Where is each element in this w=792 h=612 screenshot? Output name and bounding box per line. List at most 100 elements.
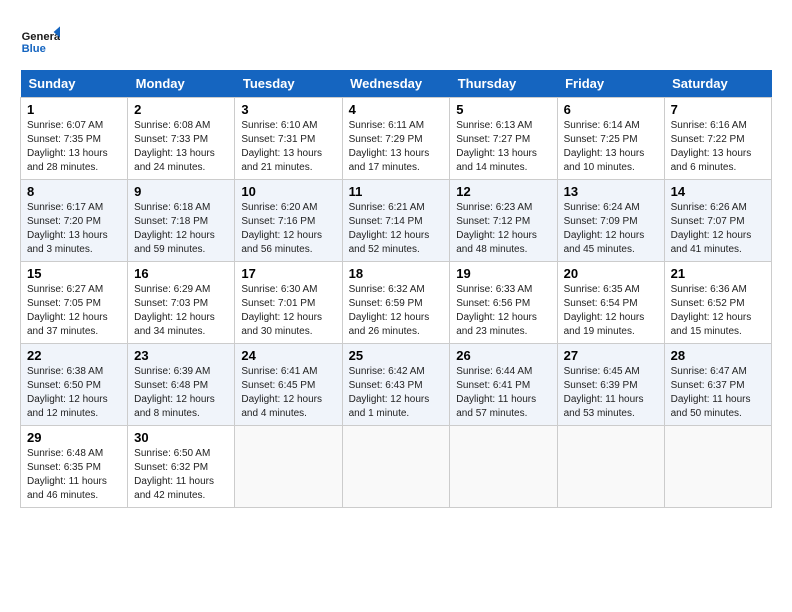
calendar-cell [557, 426, 664, 508]
day-info: Sunrise: 6:27 AM Sunset: 7:05 PM Dayligh… [27, 283, 121, 339]
day-info: Sunrise: 6:16 AM Sunset: 7:22 PM Dayligh… [671, 119, 765, 175]
calendar-week-row: 1 Sunrise: 6:07 AM Sunset: 7:35 PM Daylig… [21, 98, 772, 180]
calendar-cell: 5 Sunrise: 6:13 AM Sunset: 7:27 PM Daylig… [450, 98, 557, 180]
day-info: Sunrise: 6:20 AM Sunset: 7:16 PM Dayligh… [241, 201, 335, 257]
day-number: 2 [134, 102, 228, 117]
svg-text:Blue: Blue [22, 43, 46, 55]
day-number: 12 [456, 184, 550, 199]
day-of-week-header: Sunday [21, 70, 128, 98]
calendar-cell [235, 426, 342, 508]
calendar-cell: 11Sunrise: 6:21 AM Sunset: 7:14 PM Dayli… [342, 180, 450, 262]
day-info: Sunrise: 6:14 AM Sunset: 7:25 PM Dayligh… [564, 119, 658, 175]
day-info: Sunrise: 6:36 AM Sunset: 6:52 PM Dayligh… [671, 283, 765, 339]
day-info: Sunrise: 6:45 AM Sunset: 6:39 PM Dayligh… [564, 365, 658, 421]
day-number: 27 [564, 348, 658, 363]
day-number: 30 [134, 430, 228, 445]
day-number: 6 [564, 102, 658, 117]
day-info: Sunrise: 6:30 AM Sunset: 7:01 PM Dayligh… [241, 283, 335, 339]
calendar-cell: 23Sunrise: 6:39 AM Sunset: 6:48 PM Dayli… [128, 344, 235, 426]
day-info: Sunrise: 6:23 AM Sunset: 7:12 PM Dayligh… [456, 201, 550, 257]
day-of-week-header: Wednesday [342, 70, 450, 98]
day-info: Sunrise: 6:10 AM Sunset: 7:31 PM Dayligh… [241, 119, 335, 175]
calendar-cell: 19 Sunrise: 6:33 AM Sunset: 6:56 PM Dayli… [450, 262, 557, 344]
day-info: Sunrise: 6:48 AM Sunset: 6:35 PM Dayligh… [27, 447, 121, 503]
day-number: 18 [349, 266, 444, 281]
calendar-cell: 18 Sunrise: 6:32 AM Sunset: 6:59 PM Dayli… [342, 262, 450, 344]
calendar-cell: 12 Sunrise: 6:23 AM Sunset: 7:12 PM Dayli… [450, 180, 557, 262]
logo-icon: General Blue [20, 20, 60, 60]
day-number: 15 [27, 266, 121, 281]
day-info: Sunrise: 6:50 AM Sunset: 6:32 PM Dayligh… [134, 447, 228, 503]
day-info: Sunrise: 6:41 AM Sunset: 6:45 PM Dayligh… [241, 365, 335, 421]
calendar-cell: 15 Sunrise: 6:27 AM Sunset: 7:05 PM Dayli… [21, 262, 128, 344]
day-number: 28 [671, 348, 765, 363]
calendar-cell: 20Sunrise: 6:35 AM Sunset: 6:54 PM Dayli… [557, 262, 664, 344]
day-number: 20 [564, 266, 658, 281]
day-info: Sunrise: 6:26 AM Sunset: 7:07 PM Dayligh… [671, 201, 765, 257]
day-info: Sunrise: 6:07 AM Sunset: 7:35 PM Dayligh… [27, 119, 121, 175]
day-number: 29 [27, 430, 121, 445]
day-number: 3 [241, 102, 335, 117]
day-info: Sunrise: 6:47 AM Sunset: 6:37 PM Dayligh… [671, 365, 765, 421]
day-number: 26 [456, 348, 550, 363]
day-of-week-header: Friday [557, 70, 664, 98]
day-number: 22 [27, 348, 121, 363]
calendar-cell [342, 426, 450, 508]
calendar-cell: 25Sunrise: 6:42 AM Sunset: 6:43 PM Dayli… [342, 344, 450, 426]
calendar-header-row: SundayMondayTuesdayWednesdayThursdayFrid… [21, 70, 772, 98]
day-number: 19 [456, 266, 550, 281]
day-number: 17 [241, 266, 335, 281]
calendar-table: SundayMondayTuesdayWednesdayThursdayFrid… [20, 70, 772, 508]
calendar-cell: 27 Sunrise: 6:45 AM Sunset: 6:39 PM Dayli… [557, 344, 664, 426]
day-number: 10 [241, 184, 335, 199]
day-number: 4 [349, 102, 444, 117]
day-info: Sunrise: 6:13 AM Sunset: 7:27 PM Dayligh… [456, 119, 550, 175]
day-info: Sunrise: 6:18 AM Sunset: 7:18 PM Dayligh… [134, 201, 228, 257]
day-info: Sunrise: 6:44 AM Sunset: 6:41 PM Dayligh… [456, 365, 550, 421]
calendar-cell: 29 Sunrise: 6:48 AM Sunset: 6:35 PM Dayli… [21, 426, 128, 508]
calendar-week-row: 15 Sunrise: 6:27 AM Sunset: 7:05 PM Dayli… [21, 262, 772, 344]
calendar-cell: 28 Sunrise: 6:47 AM Sunset: 6:37 PM Dayli… [664, 344, 771, 426]
day-number: 5 [456, 102, 550, 117]
calendar-cell: 16 Sunrise: 6:29 AM Sunset: 7:03 PM Dayli… [128, 262, 235, 344]
calendar-cell: 2Sunrise: 6:08 AM Sunset: 7:33 PM Daylig… [128, 98, 235, 180]
calendar-week-row: 29 Sunrise: 6:48 AM Sunset: 6:35 PM Dayli… [21, 426, 772, 508]
day-info: Sunrise: 6:32 AM Sunset: 6:59 PM Dayligh… [349, 283, 444, 339]
day-info: Sunrise: 6:17 AM Sunset: 7:20 PM Dayligh… [27, 201, 121, 257]
day-number: 7 [671, 102, 765, 117]
day-number: 24 [241, 348, 335, 363]
day-info: Sunrise: 6:38 AM Sunset: 6:50 PM Dayligh… [27, 365, 121, 421]
day-number: 8 [27, 184, 121, 199]
day-of-week-header: Monday [128, 70, 235, 98]
svg-text:General: General [22, 31, 60, 43]
calendar-cell: 21 Sunrise: 6:36 AM Sunset: 6:52 PM Dayli… [664, 262, 771, 344]
calendar-cell: 14 Sunrise: 6:26 AM Sunset: 7:07 PM Dayli… [664, 180, 771, 262]
calendar-cell: 3 Sunrise: 6:10 AM Sunset: 7:31 PM Daylig… [235, 98, 342, 180]
calendar-cell: 4 Sunrise: 6:11 AM Sunset: 7:29 PM Daylig… [342, 98, 450, 180]
day-info: Sunrise: 6:24 AM Sunset: 7:09 PM Dayligh… [564, 201, 658, 257]
day-number: 21 [671, 266, 765, 281]
logo: General Blue [20, 20, 64, 60]
calendar-cell: 10 Sunrise: 6:20 AM Sunset: 7:16 PM Dayli… [235, 180, 342, 262]
day-number: 16 [134, 266, 228, 281]
calendar-cell [664, 426, 771, 508]
day-info: Sunrise: 6:21 AM Sunset: 7:14 PM Dayligh… [349, 201, 444, 257]
day-of-week-header: Thursday [450, 70, 557, 98]
calendar-cell: 26 Sunrise: 6:44 AM Sunset: 6:41 PM Dayli… [450, 344, 557, 426]
day-number: 1 [27, 102, 121, 117]
calendar-cell: 24 Sunrise: 6:41 AM Sunset: 6:45 PM Dayli… [235, 344, 342, 426]
day-of-week-header: Tuesday [235, 70, 342, 98]
calendar-cell: 17 Sunrise: 6:30 AM Sunset: 7:01 PM Dayli… [235, 262, 342, 344]
day-info: Sunrise: 6:39 AM Sunset: 6:48 PM Dayligh… [134, 365, 228, 421]
day-info: Sunrise: 6:33 AM Sunset: 6:56 PM Dayligh… [456, 283, 550, 339]
day-of-week-header: Saturday [664, 70, 771, 98]
day-info: Sunrise: 6:29 AM Sunset: 7:03 PM Dayligh… [134, 283, 228, 339]
day-number: 9 [134, 184, 228, 199]
calendar-cell: 13Sunrise: 6:24 AM Sunset: 7:09 PM Dayli… [557, 180, 664, 262]
day-info: Sunrise: 6:11 AM Sunset: 7:29 PM Dayligh… [349, 119, 444, 175]
day-number: 14 [671, 184, 765, 199]
page-header: General Blue [20, 20, 772, 60]
calendar-cell [450, 426, 557, 508]
calendar-cell: 8 Sunrise: 6:17 AM Sunset: 7:20 PM Daylig… [21, 180, 128, 262]
calendar-week-row: 22 Sunrise: 6:38 AM Sunset: 6:50 PM Dayli… [21, 344, 772, 426]
